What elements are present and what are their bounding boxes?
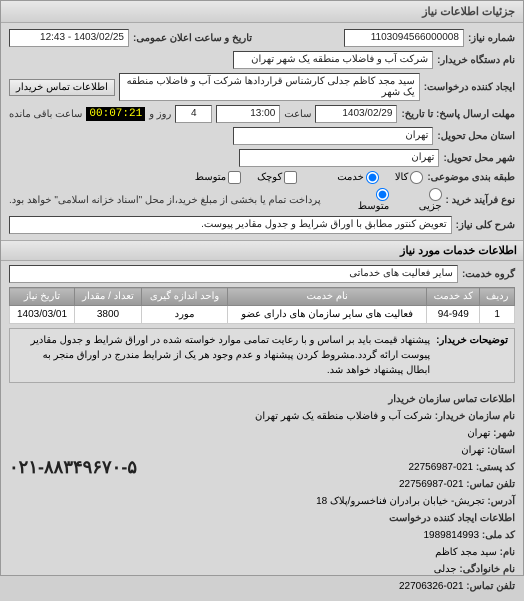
deadline-date-value: 1403/02/29 xyxy=(315,105,397,123)
table-header-row: ردیف کد خدمت نام خدمت واحد اندازه گیری ت… xyxy=(10,288,515,306)
contact-org-label: نام سازمان خریدار: xyxy=(435,411,515,422)
days-remaining-value: 4 xyxy=(175,105,212,123)
contact-city-value: تهران xyxy=(467,428,490,439)
buyer-org-label: نام دستگاه خریدار: xyxy=(437,55,515,66)
process-medium-option[interactable]: متوسط xyxy=(345,188,390,212)
col-name: نام خدمت xyxy=(228,288,427,306)
services-table: ردیف کد خدمت نام خدمت واحد اندازه گیری ت… xyxy=(9,287,515,324)
contact-phone-label: تلفن تماس: xyxy=(466,479,515,490)
details-window: جزئیات اطلاعات نیاز شماره نیاز: 11030945… xyxy=(0,0,524,576)
cell-qty: 3800 xyxy=(75,306,142,324)
deadline-label: مهلت ارسال پاسخ: تا تاریخ: xyxy=(401,109,515,120)
remain-label: ساعت باقی مانده xyxy=(9,109,82,120)
cell-idx: 1 xyxy=(480,306,515,324)
buyer-note-label: توضیحات خریدار: xyxy=(436,333,508,378)
buyer-org-value: شرکت آب و فاضلاب منطقه یک شهر تهران xyxy=(233,51,433,69)
desc-value: تعویض کنتور مطابق با اوراق شرایط و جدول … xyxy=(9,216,452,234)
service-group-label: گروه خدمت: xyxy=(462,269,515,280)
size-small-checkbox[interactable] xyxy=(284,171,297,184)
category-service-radio[interactable] xyxy=(366,171,379,184)
contact-province-label: استان: xyxy=(487,445,515,456)
col-code: کد خدمت xyxy=(427,288,480,306)
col-date: تاریخ نیاز xyxy=(10,288,75,306)
deadline-time-value: 13:00 xyxy=(216,105,280,123)
col-qty: تعداد / مقدار xyxy=(75,288,142,306)
col-idx: ردیف xyxy=(480,288,515,306)
process-label: نوع فرآیند خرید : xyxy=(446,195,515,206)
category-goods-radio[interactable] xyxy=(410,171,423,184)
cell-name: فعالیت های سایر سازمان های دارای عضو xyxy=(228,306,427,324)
category-label: طبقه بندی موضوعی: xyxy=(427,172,515,183)
service-group-value: سایر فعالیت های خدماتی xyxy=(9,265,458,283)
size-small-option[interactable]: کوچک xyxy=(257,171,297,184)
buyer-note-text: پیشنهاد قیمت باید بر اساس و با رعایت تما… xyxy=(16,333,430,378)
process-partial-radio[interactable] xyxy=(429,188,442,201)
cell-date: 1403/03/01 xyxy=(10,306,75,324)
requester-label: ایجاد کننده درخواست: xyxy=(424,82,515,93)
province-label: استان محل تحویل: xyxy=(437,131,515,142)
countdown-timer: 00:07:21 xyxy=(86,107,145,121)
creator-name-label: نام: xyxy=(500,547,515,558)
desc-label: شرح کلی نیاز: xyxy=(456,220,515,231)
public-date-label: تاریخ و ساعت اعلان عمومی: xyxy=(133,33,252,44)
creator-name-value: سید مجد کاظم xyxy=(435,547,497,558)
category-service-option[interactable]: خدمت xyxy=(337,171,379,184)
process-medium-radio[interactable] xyxy=(376,188,389,201)
table-row[interactable]: 1 94-949 فعالیت های سایر سازمان های دارا… xyxy=(10,306,515,324)
process-note: پرداخت تمام یا بخشی از مبلغ خرید،از محل … xyxy=(9,195,321,206)
public-date-value: 1403/02/25 - 12:43 xyxy=(9,29,129,47)
contact-org-value: شرکت آب و فاضلاب منطقه یک شهر تهران xyxy=(255,411,432,422)
city-value: تهران xyxy=(239,149,439,167)
contact-address-value: تجریش- خیابان برادران فناخسرو/پلاک 18 xyxy=(316,496,485,507)
big-phone-number: ۰۲۱-۸۸۳۴۹۶۷۰-۵ xyxy=(9,452,137,483)
time-label-1: ساعت xyxy=(284,109,311,120)
need-number-value: 1103094566000008 xyxy=(344,29,464,47)
city-label: شهر محل تحویل: xyxy=(443,153,515,164)
creator-natid-label: کد ملی: xyxy=(482,530,515,541)
contact-postal-label: کد پستی: xyxy=(476,462,515,473)
contact-phone-value: 021-22756987 xyxy=(399,479,464,490)
process-partial-option[interactable]: جزیی xyxy=(405,188,441,212)
category-goods-option[interactable]: کالا xyxy=(395,171,424,184)
col-unit: واحد اندازه گیری xyxy=(141,288,227,306)
contact-province-value: تهران xyxy=(461,445,484,456)
cell-unit: مورد xyxy=(141,306,227,324)
days-label: روز و xyxy=(149,109,171,120)
services-section-title: اطلاعات خدمات مورد نیاز xyxy=(1,240,523,261)
contact-city-label: شهر: xyxy=(493,428,515,439)
requester-value: سید مجد کاظم جدلی کارشناس قراردادها شرکت… xyxy=(119,73,420,101)
province-value: تهران xyxy=(233,127,433,145)
creator-lname-label: نام خانوادگی: xyxy=(459,564,515,575)
content-area: شماره نیاز: 1103094566000008 تاریخ و ساع… xyxy=(1,23,523,601)
contact-block: اطلاعات تماس سازمان خریدار نام سازمان خر… xyxy=(9,391,515,595)
cell-code: 94-949 xyxy=(427,306,480,324)
creator-natid-value: 1989814993 xyxy=(423,530,479,541)
size-medium-checkbox[interactable] xyxy=(228,171,241,184)
buyer-contact-button[interactable]: اطلاعات تماس خریدار xyxy=(9,79,115,96)
countdown-value: 00:07:21 xyxy=(86,107,145,121)
size-medium-option[interactable]: متوسط xyxy=(195,171,241,184)
contact-postal-value: 021-22756987 xyxy=(409,462,474,473)
creator-section-title: اطلاعات ایجاد کننده درخواست xyxy=(389,513,515,524)
contact-section-title: اطلاعات تماس سازمان خریدار xyxy=(388,394,515,405)
window-title: جزئیات اطلاعات نیاز xyxy=(1,1,523,23)
creator-phone-label: تلفن تماس: xyxy=(466,581,515,592)
buyer-note-box: توضیحات خریدار: پیشنهاد قیمت باید بر اسا… xyxy=(9,328,515,383)
creator-lname-value: جدلی xyxy=(434,564,457,575)
creator-phone-value: 021-22706326 xyxy=(399,581,464,592)
contact-address-label: آدرس: xyxy=(487,496,515,507)
need-number-label: شماره نیاز: xyxy=(468,33,515,44)
